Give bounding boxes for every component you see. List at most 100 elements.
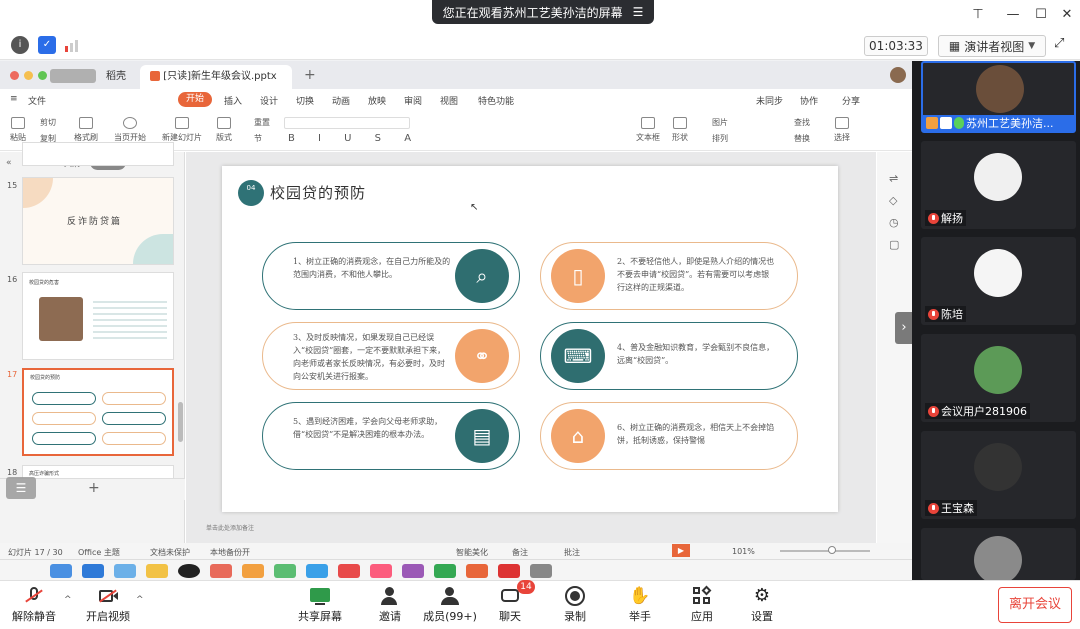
select-button[interactable]: 选择	[834, 117, 850, 143]
menu-animation[interactable]: 动画	[332, 94, 350, 107]
dock-app-icon[interactable]	[210, 564, 232, 578]
participant-tile[interactable]: 陈培	[921, 237, 1076, 325]
history-icon[interactable]: ◷	[889, 216, 899, 229]
menu-special[interactable]: 特色功能	[478, 94, 514, 107]
play-icon[interactable]: ▶	[672, 544, 690, 557]
shield-icon[interactable]: ✓	[38, 36, 56, 54]
tab-docer[interactable]: 稻壳	[96, 65, 136, 89]
dock-app-icon[interactable]	[50, 564, 72, 578]
share-button[interactable]: 分享	[842, 94, 860, 107]
home-tab[interactable]	[50, 69, 96, 83]
participant-tile[interactable]	[921, 528, 1076, 584]
zoom-dot[interactable]	[38, 71, 47, 80]
settings-button[interactable]: ⚙ 设置	[732, 584, 792, 628]
slide-thumbnail[interactable]: 反诈防贷篇	[22, 177, 174, 265]
dock-app-icon[interactable]	[82, 564, 104, 578]
collab-button[interactable]: 协作	[800, 94, 818, 107]
share-screen-button[interactable]: 共享屏幕	[290, 584, 350, 628]
notes-button[interactable]: 备注	[512, 547, 528, 558]
find-button[interactable]: 查找	[794, 117, 810, 128]
minimize-icon[interactable]: —	[1004, 6, 1022, 24]
dock-app-icon[interactable]	[338, 564, 360, 578]
participant-tile[interactable]: 苏州工艺美孙洁...	[921, 61, 1076, 133]
sync-status[interactable]: 未同步	[756, 94, 783, 107]
font-select[interactable]	[284, 117, 410, 129]
replace-button[interactable]: 替换	[794, 133, 810, 144]
dock-app-icon[interactable]	[466, 564, 488, 578]
dock-app-icon[interactable]	[146, 564, 168, 578]
menu-design[interactable]: 设计	[260, 94, 278, 107]
maximize-icon[interactable]: ☐	[1032, 6, 1050, 24]
slide-thumbnail[interactable]: 校园贷的危害	[22, 272, 174, 360]
menu-view[interactable]: 视图	[440, 94, 458, 107]
sliders-icon[interactable]: ⇌	[889, 172, 898, 185]
notes-placeholder[interactable]: 单击此处添加备注	[206, 523, 254, 532]
tab-pptx[interactable]: [只读]新生年级会议.pptx	[140, 65, 292, 89]
shape-tool-icon[interactable]: ◇	[889, 194, 897, 207]
add-slide-button[interactable]: +	[88, 480, 100, 496]
participant-tile[interactable]: 王宝森	[921, 431, 1076, 519]
dock-app-icon[interactable]	[274, 564, 296, 578]
unmute-button[interactable]: 解除静音	[4, 584, 64, 628]
close-dot[interactable]	[10, 71, 19, 80]
menu-insert[interactable]: 插入	[224, 94, 242, 107]
fullscreen-icon[interactable]: ⤢	[1054, 36, 1072, 54]
arrange-button[interactable]: 排列	[712, 133, 728, 144]
slide[interactable]: 04 校园贷的预防 ↖ 1、树立正确的消费观念，在自己力所能及的范围内消费，不和…	[222, 166, 838, 512]
dock-app-icon[interactable]	[242, 564, 264, 578]
paste-button[interactable]: 粘贴	[10, 117, 26, 143]
list-icon[interactable]: ☰	[6, 477, 36, 499]
dock-app-icon[interactable]	[402, 564, 424, 578]
menu-home[interactable]: 开始	[178, 92, 212, 107]
textbox-button[interactable]: 文本框	[636, 117, 660, 143]
collapse-icon[interactable]: «	[6, 158, 12, 168]
new-tab-icon[interactable]: +	[304, 67, 316, 83]
participant-tile[interactable]: 解扬	[921, 141, 1076, 229]
dock-app-icon[interactable]	[178, 564, 200, 578]
members-button[interactable]: 成员(99+)	[420, 584, 480, 628]
menu-transition[interactable]: 切换	[296, 94, 314, 107]
play-current-button[interactable]: 当页开始	[114, 117, 146, 143]
zoom-level[interactable]: 101%	[732, 547, 755, 556]
dock-app-icon[interactable]	[370, 564, 392, 578]
comments-button[interactable]: 批注	[564, 547, 580, 558]
font-style-buttons[interactable]: B I U S A	[288, 133, 421, 144]
record-button[interactable]: 录制	[545, 584, 605, 628]
chat-button[interactable]: 14 聊天	[480, 580, 540, 628]
collapse-panel-button[interactable]: ›	[895, 312, 912, 344]
invite-button[interactable]: 邀请	[360, 584, 420, 628]
slide-thumbnail[interactable]	[22, 142, 174, 166]
hamburger-icon[interactable]: ≡	[10, 94, 18, 104]
participant-tile[interactable]: 会议用户281906	[921, 334, 1076, 422]
avatar[interactable]	[890, 67, 906, 83]
backup-status[interactable]: 本地备份开	[210, 547, 250, 558]
dock-app-icon[interactable]	[530, 564, 552, 578]
clipboard-icon[interactable]: ▢	[889, 238, 899, 251]
new-slide-button[interactable]: 新建幻灯片	[162, 117, 202, 143]
shape-button[interactable]: 形状	[672, 117, 688, 143]
speaker-view-button[interactable]: ▦ 演讲者视图 ▼	[938, 35, 1046, 57]
dock-app-icon[interactable]	[498, 564, 520, 578]
zoom-slider-handle[interactable]	[828, 546, 836, 554]
chevron-up-icon[interactable]: ^	[64, 595, 72, 605]
zoom-slider[interactable]	[780, 550, 870, 552]
dock-app-icon[interactable]	[306, 564, 328, 578]
dock-app-icon[interactable]	[434, 564, 456, 578]
close-icon[interactable]: ✕	[1058, 6, 1076, 24]
signal-icon[interactable]	[65, 38, 81, 52]
info-icon[interactable]: i	[11, 36, 29, 54]
raise-hand-button[interactable]: ✋ 举手	[610, 584, 670, 628]
pin-icon[interactable]: ⊤	[969, 6, 987, 24]
menu-review[interactable]: 审阅	[404, 94, 422, 107]
protect-status[interactable]: 文档未保护	[150, 547, 190, 558]
apps-button[interactable]: 应用	[672, 584, 732, 628]
start-video-button[interactable]: 开启视频	[78, 584, 138, 628]
cut-button[interactable]: 剪切	[40, 117, 56, 128]
menu-icon[interactable]: ☰	[633, 5, 644, 19]
chevron-up-icon[interactable]: ^	[136, 595, 144, 605]
menu-slideshow[interactable]: 放映	[368, 94, 386, 107]
beautify-button[interactable]: 智能美化	[456, 547, 488, 558]
thumb-scrollbar[interactable]	[178, 402, 183, 442]
minimize-dot[interactable]	[24, 71, 33, 80]
menu-file[interactable]: 文件	[28, 94, 46, 107]
